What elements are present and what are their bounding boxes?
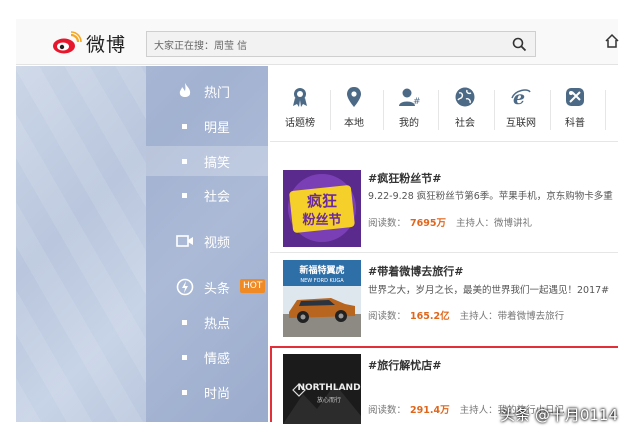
sidebar-item-label: 明星 <box>204 121 231 136</box>
topic-meta: 阅读数： 7695万 主持人：微博讲礼 <box>368 215 532 229</box>
hot-badge: HOT <box>240 279 266 293</box>
topic-thumbnail[interactable]: 疯狂 粉丝节 <box>283 170 361 247</box>
sidebar-background <box>16 66 146 422</box>
topic-thumbnail[interactable]: NORTHLAND 放心而行 <box>283 354 361 424</box>
sidebar-item-label: 时尚 <box>204 387 231 402</box>
category-label: 本地 <box>344 118 364 129</box>
sidebar-item-headline[interactable]: 头条 HOT <box>146 272 268 302</box>
sidebar-item-funny[interactable]: 搞笑 <box>146 146 268 176</box>
location-pin-icon <box>347 87 361 107</box>
bullet-icon <box>182 124 187 129</box>
sidebar-item-hotspot[interactable]: 热点 <box>146 307 268 337</box>
reads-count: 165.2亿 <box>410 311 450 322</box>
thumb-text: 疯狂 <box>307 192 337 210</box>
search-placeholder: 大家正在搜：周莹 信 <box>154 41 248 52</box>
watermark: 头条 @十月0114 <box>500 406 618 424</box>
crazy-fans-festival-image: 疯狂 粉丝节 <box>283 170 361 247</box>
category-topic-rank[interactable]: 话题榜 <box>274 86 326 136</box>
reads-label: 阅读数： <box>368 405 407 416</box>
reads-count: 7695万 <box>410 218 446 229</box>
category-label: 社会 <box>455 118 475 129</box>
reads-count: 291.4万 <box>410 405 450 416</box>
host-name[interactable]: 带着微博去旅行 <box>498 311 565 322</box>
video-icon <box>176 235 193 247</box>
user-icon: # <box>399 88 420 107</box>
sidebar-item-stars[interactable]: 明星 <box>146 111 268 141</box>
topic-meta: 阅读数： 165.2亿 主持人：带着微博去旅行 <box>368 308 564 322</box>
weibo-logo-icon <box>53 31 82 54</box>
category-label: 科普 <box>565 118 585 129</box>
host-label: 主持人： <box>459 311 498 322</box>
bullet-icon <box>182 390 187 395</box>
host-label: 主持人： <box>459 405 498 416</box>
screenshot-stage: 微博 大家正在搜：周莹 信 热门 明星 搞笑 社会 视频 头条 HOT 热点 情… <box>0 0 636 439</box>
category-internet[interactable]: e 互联网 <box>495 86 547 136</box>
sidebar-item-label: 热门 <box>204 86 231 101</box>
globe-icon <box>455 87 475 107</box>
sidebar-item-label: 搞笑 <box>204 156 231 171</box>
bullet-icon <box>182 320 187 325</box>
sidebar-item-hot[interactable]: 热门 <box>146 76 268 106</box>
sidebar-item-label: 热点 <box>204 317 231 332</box>
ribbon-icon <box>293 88 307 107</box>
sidebar-item-emotion[interactable]: 情感 <box>146 342 268 372</box>
reads-label: 阅读数： <box>368 311 407 322</box>
top-bar: 微博 大家正在搜：周莹 信 <box>16 19 620 65</box>
thumb-text: 粉丝节 <box>302 212 341 228</box>
sidebar-item-label: 社会 <box>204 190 231 205</box>
ie-icon: e <box>511 87 531 108</box>
sidebar-item-label: 视频 <box>204 236 231 251</box>
host-label: 主持人： <box>455 218 494 229</box>
science-icon <box>566 88 584 106</box>
sidebar-item-label: 头条 <box>204 282 231 297</box>
category-society[interactable]: 社会 <box>439 86 491 136</box>
topic-title[interactable]: #带着微博去旅行# <box>368 263 463 279</box>
host-name[interactable]: 微博讲礼 <box>494 218 532 229</box>
category-science[interactable]: 科普 <box>549 86 601 136</box>
nav-panel: 热门 明星 搞笑 社会 视频 头条 HOT 热点 情感 时尚 <box>146 66 268 422</box>
category-local[interactable]: 本地 <box>328 86 380 136</box>
category-bar: 话题榜 本地 # 我的 社会 e 互联网 科普 <box>270 76 618 142</box>
left-sidebar: 热门 明星 搞笑 社会 视频 头条 HOT 热点 情感 时尚 <box>16 66 268 422</box>
northland-image: NORTHLAND 放心而行 <box>283 354 361 424</box>
divider <box>605 90 606 130</box>
bullet-icon <box>182 193 187 198</box>
topic-description: 世界之大，岁月之长，最美的世界我们一起遇见！2017# <box>368 285 610 296</box>
sidebar-item-fashion[interactable]: 时尚 <box>146 377 268 407</box>
main-content: 话题榜 本地 # 我的 社会 e 互联网 科普 疯狂 粉丝节 #疯狂粉丝节# 9… <box>270 76 618 424</box>
reads-label: 阅读数： <box>368 218 407 229</box>
weibo-logo[interactable]: 微博 <box>52 29 126 57</box>
thumb-text: NEW FORD KUGA <box>300 278 344 284</box>
headline-icon <box>176 278 194 296</box>
sidebar-item-label: 情感 <box>204 352 231 367</box>
search-icon[interactable] <box>512 37 527 52</box>
bullet-icon <box>182 355 187 360</box>
sidebar-item-video[interactable]: 视频 <box>146 226 268 256</box>
ford-kuga-car-image: 新福特翼虎 NEW FORD KUGA <box>283 260 361 337</box>
topic-title[interactable]: #疯狂粉丝节# <box>368 170 441 186</box>
topic-description: 9.22-9.28 疯狂粉丝节第6季。苹果手机，京东购物卡多重 <box>368 191 613 202</box>
sidebar-item-society[interactable]: 社会 <box>146 180 268 210</box>
fire-icon <box>179 83 191 97</box>
thumb-text: 放心而行 <box>317 396 341 404</box>
svg-text:#: # <box>413 97 420 107</box>
topic-title[interactable]: #旅行解忧店# <box>368 357 441 373</box>
category-label: 我的 <box>399 118 419 129</box>
thumb-text: NORTHLAND <box>297 383 360 393</box>
bullet-icon <box>182 159 187 164</box>
logo-text: 微博 <box>86 33 127 56</box>
category-label: 话题榜 <box>285 118 315 129</box>
home-icon[interactable] <box>604 33 620 49</box>
thumb-text: 新福特翼虎 <box>299 264 344 276</box>
topic-thumbnail[interactable]: 新福特翼虎 NEW FORD KUGA <box>283 260 361 337</box>
category-mine[interactable]: # 我的 <box>383 86 435 136</box>
category-label: 互联网 <box>506 118 536 129</box>
topic-card[interactable]: 疯狂 粉丝节 #疯狂粉丝节# 9.22-9.28 疯狂粉丝节第6季。苹果手机，京… <box>270 156 618 247</box>
topic-card[interactable]: 新福特翼虎 NEW FORD KUGA #带着微博去旅行# 世界之大，岁月之长，… <box>270 253 618 343</box>
search-input[interactable]: 大家正在搜：周莹 信 <box>146 31 536 57</box>
